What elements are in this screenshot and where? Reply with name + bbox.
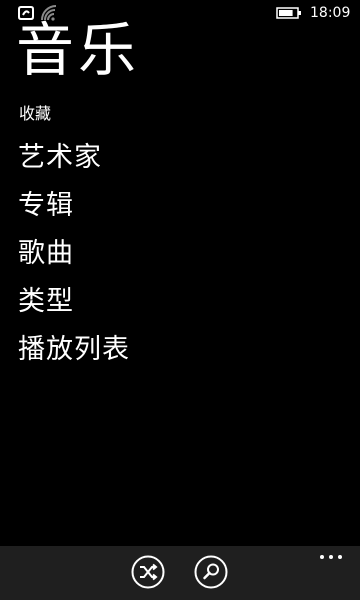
shuffle-icon[interactable] [131, 555, 165, 589]
battery-icon [276, 7, 301, 19]
clock-time: 18:09 [310, 5, 351, 21]
section-subtitle: 收藏 [19, 104, 52, 123]
app-bar [0, 546, 360, 600]
menu-item-albums[interactable]: 专辑 [18, 188, 338, 236]
page-title: 音乐 [16, 16, 141, 84]
menu-item-genres[interactable]: 类型 [18, 284, 338, 332]
menu-item-artists[interactable]: 艺术家 [18, 140, 338, 188]
more-dots-icon[interactable] [318, 552, 344, 562]
menu-item-playlists[interactable]: 播放列表 [18, 332, 338, 380]
music-category-list: 艺术家 专辑 歌曲 类型 播放列表 [18, 140, 338, 380]
search-icon[interactable] [194, 555, 228, 589]
menu-item-songs[interactable]: 歌曲 [18, 236, 338, 284]
